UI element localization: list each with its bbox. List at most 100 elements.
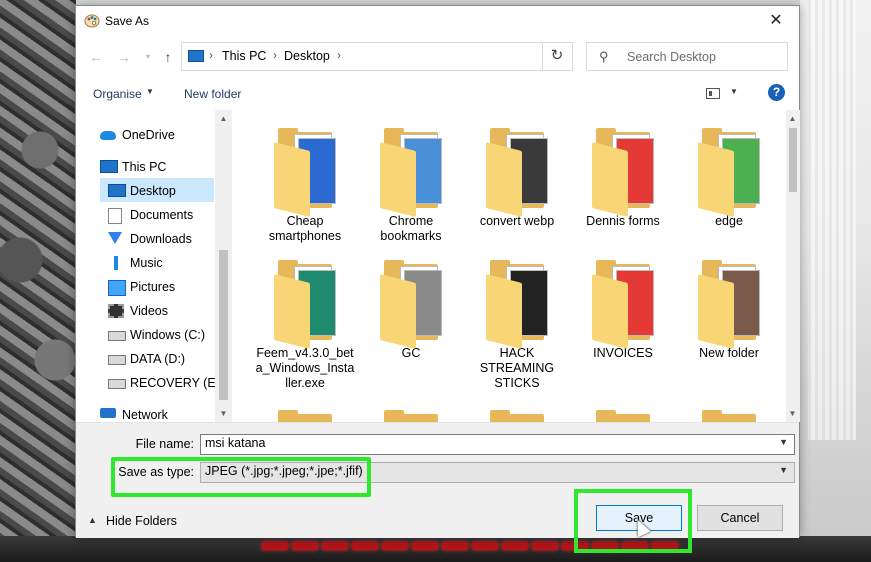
save-options-panel: File name: msi katana ▼ Save as type: JP…	[76, 422, 799, 553]
this-pc-icon	[188, 50, 204, 62]
folder-label: Cheap smartphones	[268, 214, 342, 243]
desktop-icon	[108, 184, 126, 197]
help-icon[interactable]: ?	[768, 84, 785, 101]
folder-item-partial[interactable]	[255, 410, 355, 422]
drive-icon	[108, 331, 126, 341]
desktop-background-left	[0, 0, 76, 562]
folder-label: edge	[715, 214, 743, 228]
chevron-down-icon[interactable]: ▼	[779, 465, 788, 475]
close-icon: ✕	[769, 12, 783, 29]
breadcrumb-this-pc[interactable]: This PC	[222, 49, 266, 63]
folder-item[interactable]: convert webp	[467, 128, 567, 229]
chevron-down-icon[interactable]: ▼	[779, 437, 788, 447]
folder-icon	[592, 128, 654, 217]
scroll-down-icon[interactable]: ▼	[784, 405, 801, 422]
search-icon: ⚲	[599, 49, 609, 64]
search-placeholder: Search Desktop	[627, 50, 716, 64]
folder-label: HACK STREAMING STICKS	[479, 346, 555, 390]
folder-icon	[592, 410, 654, 422]
folder-item-partial[interactable]	[573, 410, 673, 422]
computer-icon	[100, 160, 118, 173]
folder-item[interactable]: edge	[679, 128, 779, 229]
folder-item[interactable]: Feem_v4.3.0_beta_Windows_Installer.exe	[255, 260, 355, 391]
folder-item[interactable]: INVOICES	[573, 260, 673, 361]
keyboard-background	[0, 536, 871, 562]
refresh-button[interactable]: ↻	[542, 42, 571, 71]
sidebar-item-label: Desktop	[130, 184, 176, 198]
documents-icon	[108, 208, 122, 224]
sidebar-item-label: Pictures	[130, 280, 176, 294]
chevron-down-icon[interactable]: ▼	[730, 87, 738, 96]
folder-label: Feem_v4.3.0_beta_Windows_Installer.exe	[255, 346, 355, 390]
file-name-value: msi katana	[205, 436, 266, 450]
file-name-label: File name:	[135, 437, 194, 451]
network-icon	[100, 408, 116, 418]
breadcrumb-desktop[interactable]: Desktop	[284, 49, 330, 63]
search-box[interactable]: ⚲ Search Desktop	[586, 42, 788, 71]
back-arrow-icon[interactable]: ←	[86, 47, 106, 67]
sidebar-item-label: Videos	[130, 304, 168, 318]
folder-icon	[592, 260, 654, 349]
folder-item[interactable]: Cheap smartphones	[255, 128, 355, 244]
pictures-icon	[108, 280, 126, 296]
sidebar-item-label: OneDrive	[122, 128, 175, 142]
folder-item[interactable]: New folder	[679, 260, 779, 361]
new-folder-button[interactable]: New folder	[184, 87, 241, 101]
drive-icon	[108, 355, 126, 365]
folder-item[interactable]: GC	[361, 260, 461, 361]
chevron-right-icon: ›	[337, 48, 341, 62]
folder-label: Chrome bookmarks	[380, 214, 442, 243]
window-title: Save As	[105, 14, 150, 28]
folder-icon	[380, 260, 442, 349]
forward-arrow-icon[interactable]: →	[114, 47, 134, 67]
navigation-scrollbar[interactable]: ▲ ▼	[215, 110, 232, 422]
folder-icon	[486, 260, 548, 349]
save-as-type-highlight	[111, 457, 371, 497]
videos-icon	[108, 304, 124, 318]
scroll-thumb[interactable]	[789, 128, 797, 192]
folder-item-partial[interactable]	[679, 410, 779, 422]
sidebar-item-label: DATA (D:)	[130, 352, 186, 366]
view-options-icon[interactable]	[706, 88, 720, 99]
paint-palette-icon	[84, 14, 100, 28]
folder-icon	[274, 410, 336, 422]
folder-icon	[486, 128, 548, 217]
desktop-background-right	[800, 0, 871, 562]
chevron-down-icon[interactable]: ▼	[146, 87, 154, 96]
folder-label: convert webp	[479, 214, 555, 228]
folder-item[interactable]: HACK STREAMING STICKS	[467, 260, 567, 391]
chevron-up-icon: ▲	[88, 515, 97, 525]
folder-item-partial[interactable]	[361, 410, 461, 422]
music-icon	[114, 256, 118, 270]
cloud-icon	[100, 131, 116, 140]
recent-locations-icon[interactable]: ▾	[138, 47, 158, 67]
downloads-icon	[108, 232, 122, 244]
drive-icon	[108, 379, 126, 389]
file-list: Cheap smartphones Chrome bookmarks convert…	[233, 110, 786, 422]
file-list-scrollbar[interactable]: ▲ ▼	[786, 110, 800, 422]
scroll-up-icon[interactable]: ▲	[215, 110, 232, 127]
folder-item[interactable]: Dennis forms	[573, 128, 673, 229]
folder-item-partial[interactable]	[467, 410, 567, 422]
title-bar[interactable]: Save As ✕	[76, 6, 799, 36]
chevron-right-icon: ›	[273, 48, 277, 62]
folder-label: INVOICES	[593, 346, 653, 360]
folder-icon	[698, 260, 760, 349]
address-bar[interactable]: › This PC › Desktop › ▾	[181, 42, 628, 71]
sidebar-item-label: Downloads	[130, 232, 192, 246]
up-arrow-icon[interactable]: ↑	[158, 47, 178, 67]
folder-icon	[380, 128, 442, 217]
scroll-down-icon[interactable]: ▼	[215, 405, 232, 422]
scroll-thumb[interactable]	[219, 250, 228, 400]
folder-icon	[274, 128, 336, 217]
folder-icon	[380, 410, 442, 422]
close-button[interactable]: ✕	[753, 6, 799, 36]
folder-icon	[274, 260, 336, 349]
folder-icon	[486, 410, 548, 422]
cancel-button[interactable]: Cancel	[697, 505, 783, 531]
file-name-input[interactable]: msi katana ▼	[200, 434, 795, 455]
folder-item[interactable]: Chrome bookmarks	[361, 128, 461, 244]
scroll-up-icon[interactable]: ▲	[784, 110, 801, 127]
organise-button[interactable]: Organise	[93, 87, 142, 101]
navigation-pane: OneDrive This PC Desktop Documents Downloads…	[76, 110, 230, 422]
